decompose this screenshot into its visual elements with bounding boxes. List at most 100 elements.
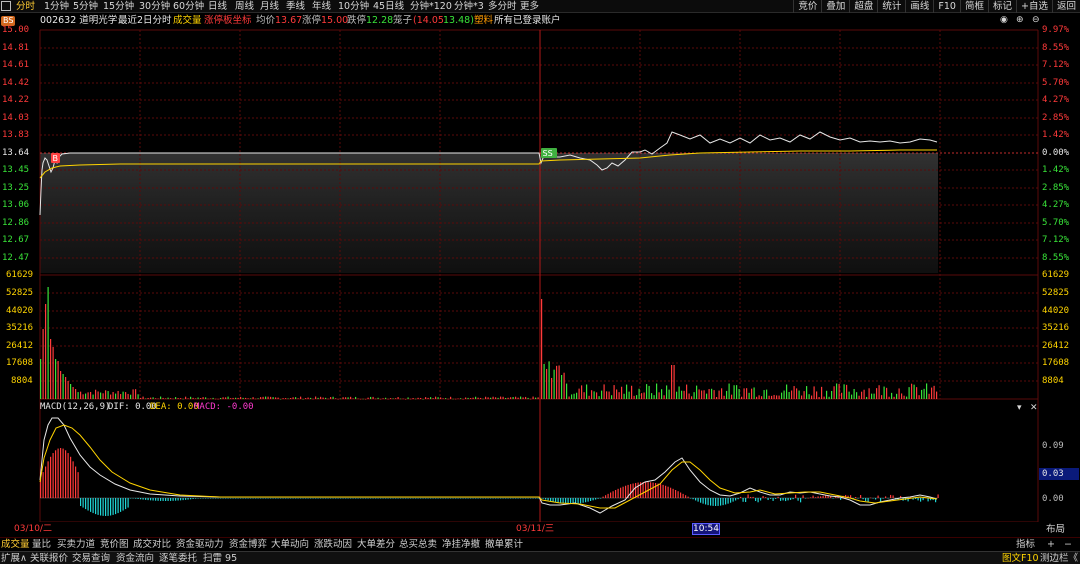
- footer-f10[interactable]: 图文F10: [1002, 552, 1039, 564]
- volume-bar: [918, 395, 920, 399]
- macd-bar: [482, 498, 484, 499]
- price-tick: 14.42: [2, 78, 30, 88]
- pct-tick: 2.85%: [1042, 113, 1070, 123]
- macd-bar: [805, 498, 807, 499]
- macd-bar: [507, 498, 509, 499]
- macd-bar: [700, 498, 702, 503]
- macd-bar: [927, 498, 929, 502]
- volume-bar: [691, 396, 693, 399]
- volume-bar: [85, 393, 87, 399]
- pct-tick: 1.42%: [1042, 130, 1070, 140]
- volume-bar: [482, 398, 484, 400]
- volume-bar: [551, 377, 553, 399]
- volume-bar: [432, 398, 434, 399]
- macd-bar: [62, 448, 64, 498]
- tab-auction[interactable]: 竞价图: [100, 538, 129, 552]
- macd-bar: [225, 498, 227, 499]
- macd-bar: [425, 498, 427, 499]
- volume-bar: [420, 397, 422, 399]
- volume-bar: [783, 390, 785, 399]
- macd-bar: [362, 498, 364, 499]
- volume-bar: [776, 395, 778, 399]
- macd-title[interactable]: MACD(12,26,9): [40, 402, 110, 412]
- volume-bar: [823, 396, 825, 399]
- indicator-button[interactable]: 指标: [1016, 538, 1035, 552]
- volume-bar: [698, 389, 700, 399]
- volume-bar: [728, 383, 730, 399]
- b-marker[interactable]: B: [53, 154, 59, 163]
- dropdown-icon[interactable]: ▾: [1017, 403, 1022, 413]
- vol-tick: 61629: [6, 270, 34, 280]
- tab-buy-sell-force[interactable]: 买卖力道: [57, 538, 95, 552]
- macd-bar: [697, 498, 699, 502]
- macd-bar: [537, 498, 539, 499]
- volume-bar: [901, 393, 903, 399]
- tab-volume[interactable]: 成交量: [1, 538, 30, 552]
- layout-button[interactable]: 布局: [1046, 524, 1065, 535]
- volume-bar: [222, 397, 224, 399]
- macd-bar: [145, 498, 147, 500]
- footer-fund-flow[interactable]: 资金流向: [116, 552, 154, 564]
- footer-trade-query[interactable]: 交易查询: [72, 552, 110, 564]
- tab-total-buy-sell[interactable]: 总买总卖: [399, 538, 437, 552]
- tab-volume-ratio[interactable]: 量比: [32, 538, 51, 552]
- macd-bar: [650, 482, 652, 498]
- macd-bar: [242, 498, 244, 499]
- ss-marker[interactable]: SS: [543, 149, 553, 158]
- tab-fund-game[interactable]: 资金博弈: [229, 538, 267, 552]
- volume-bar: [608, 391, 610, 399]
- volume-bar: [110, 394, 112, 399]
- volume-bar: [701, 390, 703, 399]
- tab-cancel-sum[interactable]: 撤单累计: [485, 538, 523, 552]
- macd-bar: [342, 498, 344, 499]
- macd-bar: [207, 498, 209, 499]
- macd-bar: [462, 498, 464, 499]
- volume-bar: [733, 385, 735, 399]
- volume-bar: [220, 397, 222, 399]
- tab-reason[interactable]: 涨跌动因: [314, 538, 352, 552]
- close-icon[interactable]: ✕: [1030, 403, 1038, 413]
- macd-bar: [282, 498, 284, 499]
- volume-bar: [262, 396, 264, 399]
- volume-bar: [618, 392, 620, 399]
- footer-order-detail[interactable]: 逐笔委托: [159, 552, 197, 564]
- price-tick: 12.86: [2, 218, 30, 228]
- volume-bar: [798, 390, 800, 399]
- volume-bar: [197, 397, 199, 399]
- footer-expand[interactable]: 扩展∧: [1, 552, 27, 564]
- tab-big-order[interactable]: 大单动向: [271, 538, 309, 552]
- tab-net-order[interactable]: 净挂净撤: [442, 538, 480, 552]
- macd-bar: [465, 498, 467, 499]
- tab-big-diff[interactable]: 大单差分: [357, 538, 395, 552]
- macd-bar: [855, 497, 857, 498]
- volume-bar: [598, 396, 600, 399]
- volume-bar: [105, 390, 107, 399]
- footer-related-quote[interactable]: 关联报价: [30, 552, 68, 564]
- volume-bar: [275, 397, 277, 399]
- volume-bar: [903, 395, 905, 399]
- volume-bar: [751, 388, 753, 399]
- minus-icon[interactable]: −: [1064, 538, 1072, 552]
- footer-sidebar[interactable]: 测边栏《: [1040, 552, 1078, 564]
- macd-bar: [682, 493, 684, 498]
- volume-bar: [165, 398, 167, 399]
- volume-bar: [578, 388, 580, 399]
- macd-bar: [120, 498, 122, 512]
- volume-bar: [736, 385, 738, 399]
- volume-bar: [826, 390, 828, 399]
- pct-tick: 1.42%: [1042, 165, 1070, 175]
- price-tick: 13.06: [2, 200, 30, 210]
- tab-trade-compare[interactable]: 成交对比: [133, 538, 171, 552]
- volume-bar: [195, 398, 197, 399]
- macd-bar: [92, 498, 94, 514]
- footer-minesweep[interactable]: 扫雷 95: [203, 552, 237, 564]
- volume-bar: [472, 397, 474, 399]
- intraday-chart[interactable]: B SS: [0, 0, 1080, 522]
- macd-bar: [410, 498, 412, 499]
- add-icon[interactable]: +: [1047, 538, 1055, 552]
- volume-bar: [873, 393, 875, 399]
- tab-fund-drive[interactable]: 资金驱动力: [176, 538, 224, 552]
- macd-bar: [812, 495, 814, 498]
- macd-bar: [240, 498, 242, 499]
- macd-bar: [820, 496, 822, 498]
